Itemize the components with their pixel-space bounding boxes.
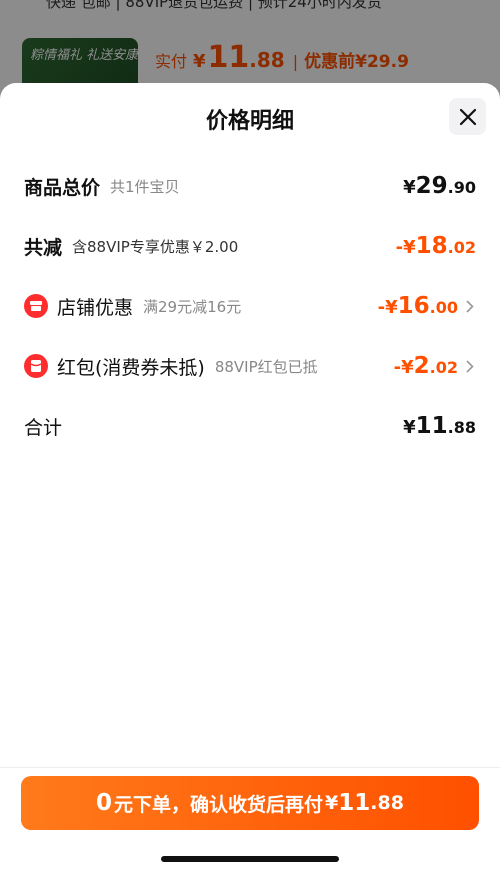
- amount-int: 2: [413, 353, 430, 379]
- close-button[interactable]: [449, 98, 486, 135]
- footer-divider: [0, 767, 500, 768]
- cta-yen: ¥: [325, 792, 339, 814]
- close-icon: [459, 108, 476, 125]
- row-label: 商品总价: [24, 176, 101, 199]
- row-label: 红包(消费券未抵): [57, 356, 205, 379]
- sheet-title: 价格明细: [205, 109, 294, 134]
- row-total-discount: 共减 含88VIP专享优惠￥2.00 -¥ 18 .02: [24, 226, 476, 266]
- amount-dec: .00: [429, 298, 458, 317]
- amount-int: 16: [397, 293, 430, 319]
- amount-sign: -¥: [393, 357, 414, 378]
- cta-int: 11: [338, 790, 371, 816]
- row-amount: ¥ 29 .90: [403, 173, 476, 199]
- amount-dec: .88: [447, 418, 476, 437]
- row-amount: ¥ 11 .88: [403, 413, 476, 439]
- chevron-right-icon: [466, 299, 476, 313]
- row-label: 合计: [24, 416, 63, 439]
- row-sub: 88VIP红包已抵: [214, 357, 318, 376]
- row-goods-total: 商品总价 共1件宝贝 ¥ 29 .90: [24, 166, 476, 206]
- cta-text: 元下单，确认收货后再付: [114, 793, 324, 816]
- row-label: 店铺优惠: [57, 296, 134, 319]
- row-store-discount[interactable]: 店铺优惠 满29元减16元 -¥ 16 .00: [24, 286, 476, 326]
- amount-int: 29: [415, 173, 448, 199]
- red-packet-icon: [24, 354, 48, 378]
- home-indicator[interactable]: [161, 856, 339, 862]
- amount-sign: -¥: [377, 297, 398, 318]
- amount-int: 18: [415, 233, 448, 259]
- amount-sign: ¥: [403, 177, 416, 198]
- row-sub: 满29元减16元: [143, 297, 242, 316]
- chevron-right-icon: [466, 359, 476, 373]
- row-label: 共减: [24, 236, 63, 259]
- amount-int: 11: [415, 413, 448, 439]
- amount-sign: ¥: [403, 417, 416, 438]
- amount-sign: -¥: [395, 237, 416, 258]
- cta-zero: 0: [96, 790, 113, 816]
- price-detail-sheet: 价格明细 商品总价 共1件宝贝 ¥ 29 .90 共减 含88VIP专享优惠￥2…: [0, 83, 500, 873]
- row-amount: -¥ 2 .02: [394, 353, 458, 379]
- amount-dec: .02: [429, 358, 458, 377]
- row-amount: -¥ 18 .02: [396, 233, 476, 259]
- cta-dec: .88: [370, 792, 404, 814]
- amount-dec: .02: [447, 238, 476, 257]
- row-sub: 共1件宝贝: [110, 177, 180, 196]
- amount-dec: .90: [447, 178, 476, 197]
- row-red-packet[interactable]: 红包(消费券未抵) 88VIP红包已抵 -¥ 2 .02: [24, 346, 476, 386]
- zero-yuan-order-button[interactable]: 0 元下单，确认收货后再付 ¥ 11 .88: [21, 776, 479, 830]
- row-sub: 含88VIP专享优惠￥2.00: [72, 237, 239, 256]
- row-grand-total: 合计 ¥ 11 .88: [24, 406, 476, 446]
- row-amount: -¥ 16 .00: [378, 293, 458, 319]
- store-icon: [24, 294, 48, 318]
